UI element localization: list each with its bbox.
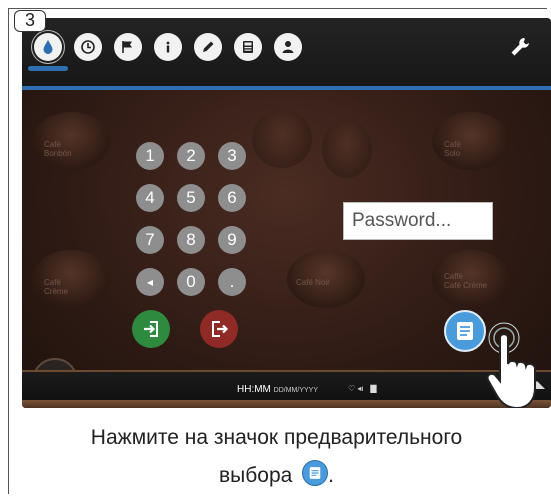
- keypad-key[interactable]: 0: [177, 268, 205, 296]
- machine-screen: Café Bonbón Café Solo Café Crème Café No…: [22, 18, 551, 408]
- keypad-key[interactable]: 1: [136, 142, 164, 170]
- backspace-key[interactable]: ◂: [136, 268, 164, 296]
- toolbar-accent-line: [22, 86, 551, 90]
- status-date: DD/MM/YYYY: [273, 387, 319, 394]
- info-icon[interactable]: [154, 33, 182, 61]
- printer-icon: ▇: [370, 384, 377, 393]
- cup-label: Café Noir: [296, 278, 330, 287]
- enter-icon: [144, 321, 158, 337]
- status-clock: HH:MM DD/MM/YYYY: [237, 384, 318, 395]
- clock-icon[interactable]: [74, 33, 102, 61]
- keypad-key[interactable]: 2: [177, 142, 205, 170]
- keypad-key[interactable]: 8: [177, 226, 205, 254]
- heart-icon: ♡: [348, 384, 356, 393]
- flag-icon[interactable]: [114, 33, 142, 61]
- pointing-hand-icon: [486, 322, 536, 408]
- top-toolbar: [22, 18, 551, 90]
- keypad-key[interactable]: 4: [136, 184, 164, 212]
- cup-label: Café Crème: [44, 278, 69, 296]
- caption-text: выбора: [218, 464, 293, 487]
- caption-end: .: [328, 464, 334, 487]
- user-icon[interactable]: [274, 33, 302, 61]
- wrench-icon[interactable]: [509, 36, 531, 58]
- status-bar: HH:MM DD/MM/YYYY ♡ ◂ı ▇: [22, 370, 551, 408]
- keypad-key[interactable]: 3: [218, 142, 246, 170]
- pencil-icon[interactable]: [194, 33, 222, 61]
- instruction-caption: Нажмите на значок предварительного: [90, 426, 463, 449]
- keypad-key[interactable]: 6: [218, 184, 246, 212]
- water-drop-icon[interactable]: [28, 33, 68, 71]
- cup-label: Café Solo: [444, 140, 461, 158]
- password-field[interactable]: Password...: [343, 202, 493, 240]
- status-time: HH:MM: [237, 384, 271, 395]
- exit-button[interactable]: [200, 310, 238, 348]
- keypad-key[interactable]: .: [218, 268, 246, 296]
- cup-label: Café Bonbón: [44, 140, 72, 158]
- calculator-icon[interactable]: [234, 33, 262, 61]
- speaker-icon: ◂ı: [357, 384, 364, 393]
- keypad-key[interactable]: 7: [136, 226, 164, 254]
- wood-trim: [22, 400, 551, 408]
- preselection-icon: [302, 460, 329, 486]
- exit-icon: [212, 321, 229, 337]
- instruction-caption-line2: выбора .: [22, 460, 531, 488]
- step-number-badge: 3: [14, 10, 46, 32]
- cup-label: Caffè Café Crème: [444, 272, 488, 290]
- keypad-key[interactable]: 5: [177, 184, 205, 212]
- enter-button[interactable]: [132, 310, 170, 348]
- status-icons: ♡ ◂ı ▇: [348, 384, 376, 393]
- keypad-key[interactable]: 9: [218, 226, 246, 254]
